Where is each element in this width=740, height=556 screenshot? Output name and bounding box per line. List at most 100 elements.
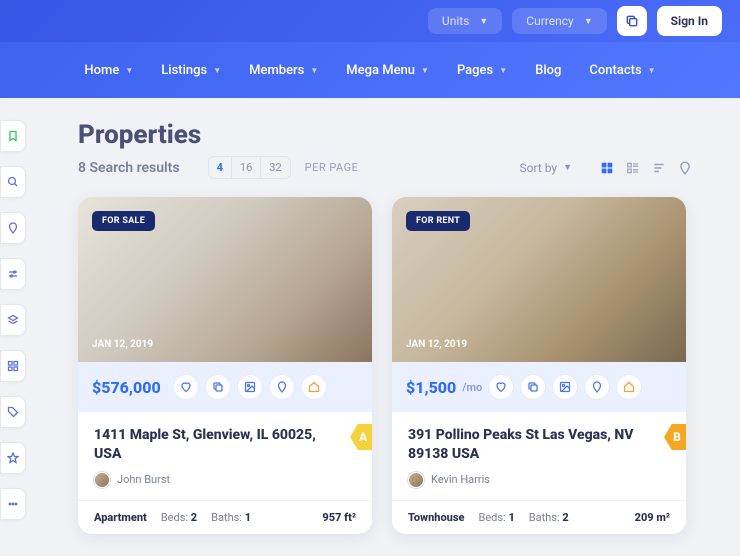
heart-icon: [495, 381, 507, 393]
view-grid[interactable]: [600, 161, 614, 175]
price-bar: $1,500 /mo: [392, 362, 686, 412]
heart-icon: [180, 381, 192, 393]
price: $576,000: [92, 378, 161, 397]
nav-mega-menu[interactable]: Mega Menu▼: [346, 63, 429, 78]
view-map[interactable]: [678, 161, 692, 175]
property-cards: FOR SALE JAN 12, 2019 $576,000 1411 Mapl…: [78, 197, 692, 534]
bookmark-icon: [7, 130, 19, 142]
map-button[interactable]: [584, 374, 610, 400]
chevron-down-icon: ▼: [499, 66, 507, 75]
currency-dropdown[interactable]: Currency ▼: [512, 8, 606, 34]
nav-listings[interactable]: Listings▼: [161, 63, 221, 78]
copy-icon: [212, 381, 224, 393]
chevron-down-icon: ▼: [125, 66, 133, 75]
baths: Baths: 1: [211, 511, 251, 524]
property-type: Townhouse: [408, 511, 464, 524]
card-body: 391 Pollino Peaks St Las Vegas, NV 89138…: [392, 412, 686, 500]
agent[interactable]: Kevin Harris: [408, 472, 670, 488]
sign-in-button[interactable]: Sign In: [657, 6, 722, 36]
controls-row: 8 Search results 4 16 32 PER PAGE Sort b…: [78, 156, 692, 179]
sidebar-grid[interactable]: [0, 350, 26, 382]
copy-icon: [527, 381, 539, 393]
sidebar-location[interactable]: [0, 212, 26, 244]
chevron-down-icon: ▼: [421, 66, 429, 75]
card-body: 1411 Maple St, Glenview, IL 60025, USA J…: [78, 412, 372, 500]
baths: Baths: 2: [529, 511, 569, 524]
sidebar-search[interactable]: [0, 166, 26, 198]
beds: Beds: 2: [161, 511, 197, 524]
per-page-label: PER PAGE: [305, 161, 359, 174]
gallery-button[interactable]: [237, 374, 263, 400]
star-icon: [7, 452, 19, 464]
property-card[interactable]: FOR SALE JAN 12, 2019 $576,000 1411 Mapl…: [78, 197, 372, 534]
status-badge: FOR RENT: [406, 211, 470, 231]
chevron-down-icon: ▼: [584, 16, 593, 27]
property-card[interactable]: FOR RENT JAN 12, 2019 $1,500 /mo 391 Pol…: [392, 197, 686, 534]
main-content: Properties 8 Search results 4 16 32 PER …: [0, 98, 740, 534]
nav-pages[interactable]: Pages▼: [457, 63, 507, 78]
property-type: Apartment: [94, 511, 147, 524]
listing-date: JAN 12, 2019: [92, 339, 153, 350]
per-page-toggle[interactable]: 4 16 32: [208, 156, 291, 179]
view-list[interactable]: [626, 161, 640, 175]
units-label: Units: [442, 14, 469, 28]
nav-home[interactable]: Home▼: [84, 63, 133, 78]
list-icon: [626, 161, 640, 175]
topbar: Units ▼ Currency ▼ Sign In: [0, 0, 740, 42]
property-meta: Townhouse Beds: 1 Baths: 2 209 m²: [392, 500, 686, 534]
home-button[interactable]: [616, 374, 642, 400]
per-page-32[interactable]: 32: [261, 157, 289, 178]
left-sidebar: [0, 120, 26, 520]
compare-button[interactable]: [520, 374, 546, 400]
map-button[interactable]: [269, 374, 295, 400]
address: 1411 Maple St, Glenview, IL 60025, USA: [94, 426, 356, 464]
avatar: [94, 472, 110, 488]
per-page-4[interactable]: 4: [209, 157, 232, 178]
agent[interactable]: John Burst: [94, 472, 356, 488]
copy-button[interactable]: [617, 6, 647, 36]
sidebar-more[interactable]: [0, 488, 26, 520]
sidebar-layers[interactable]: [0, 304, 26, 336]
sidebar-bookmark[interactable]: [0, 120, 26, 152]
home-icon: [308, 381, 320, 393]
layers-icon: [7, 314, 19, 326]
sidebar-star[interactable]: [0, 442, 26, 474]
chevron-down-icon: ▼: [310, 66, 318, 75]
favorite-button[interactable]: [488, 374, 514, 400]
image-icon: [244, 381, 256, 393]
home-button[interactable]: [301, 374, 327, 400]
tag-icon: [7, 406, 19, 418]
view-compact[interactable]: [652, 161, 666, 175]
agent-name: Kevin Harris: [431, 473, 490, 486]
sidebar-filter[interactable]: [0, 258, 26, 290]
main-nav: Home▼ Listings▼ Members▼ Mega Menu▼ Page…: [0, 42, 740, 98]
chevron-down-icon: ▼: [479, 16, 488, 27]
units-dropdown[interactable]: Units ▼: [428, 8, 502, 34]
compare-button[interactable]: [205, 374, 231, 400]
results-count: 8 Search results: [78, 160, 180, 176]
nav-blog[interactable]: Blog: [535, 63, 561, 78]
status-badge: FOR SALE: [92, 211, 155, 231]
per-page-16[interactable]: 16: [232, 157, 261, 178]
nav-contacts[interactable]: Contacts▼: [589, 63, 655, 78]
chevron-down-icon: ▼: [563, 162, 572, 173]
grid-icon: [7, 360, 19, 372]
beds: Beds: 1: [478, 511, 514, 524]
avatar: [408, 472, 424, 488]
sort-dropdown[interactable]: Sort by ▼: [519, 161, 572, 175]
address: 391 Pollino Peaks St Las Vegas, NV 89138…: [408, 426, 670, 464]
sliders-icon: [7, 268, 19, 280]
home-icon: [623, 381, 635, 393]
pin-icon: [276, 381, 288, 393]
area: 209 m²: [635, 511, 670, 524]
page-title: Properties: [78, 120, 692, 150]
more-icon: [7, 498, 19, 510]
gallery-button[interactable]: [552, 374, 578, 400]
property-photo: FOR RENT JAN 12, 2019: [392, 197, 686, 362]
area: 957 ft²: [322, 511, 356, 524]
sidebar-tag[interactable]: [0, 396, 26, 428]
view-switcher: [600, 161, 692, 175]
nav-members[interactable]: Members▼: [249, 63, 318, 78]
favorite-button[interactable]: [173, 374, 199, 400]
chevron-down-icon: ▼: [213, 66, 221, 75]
